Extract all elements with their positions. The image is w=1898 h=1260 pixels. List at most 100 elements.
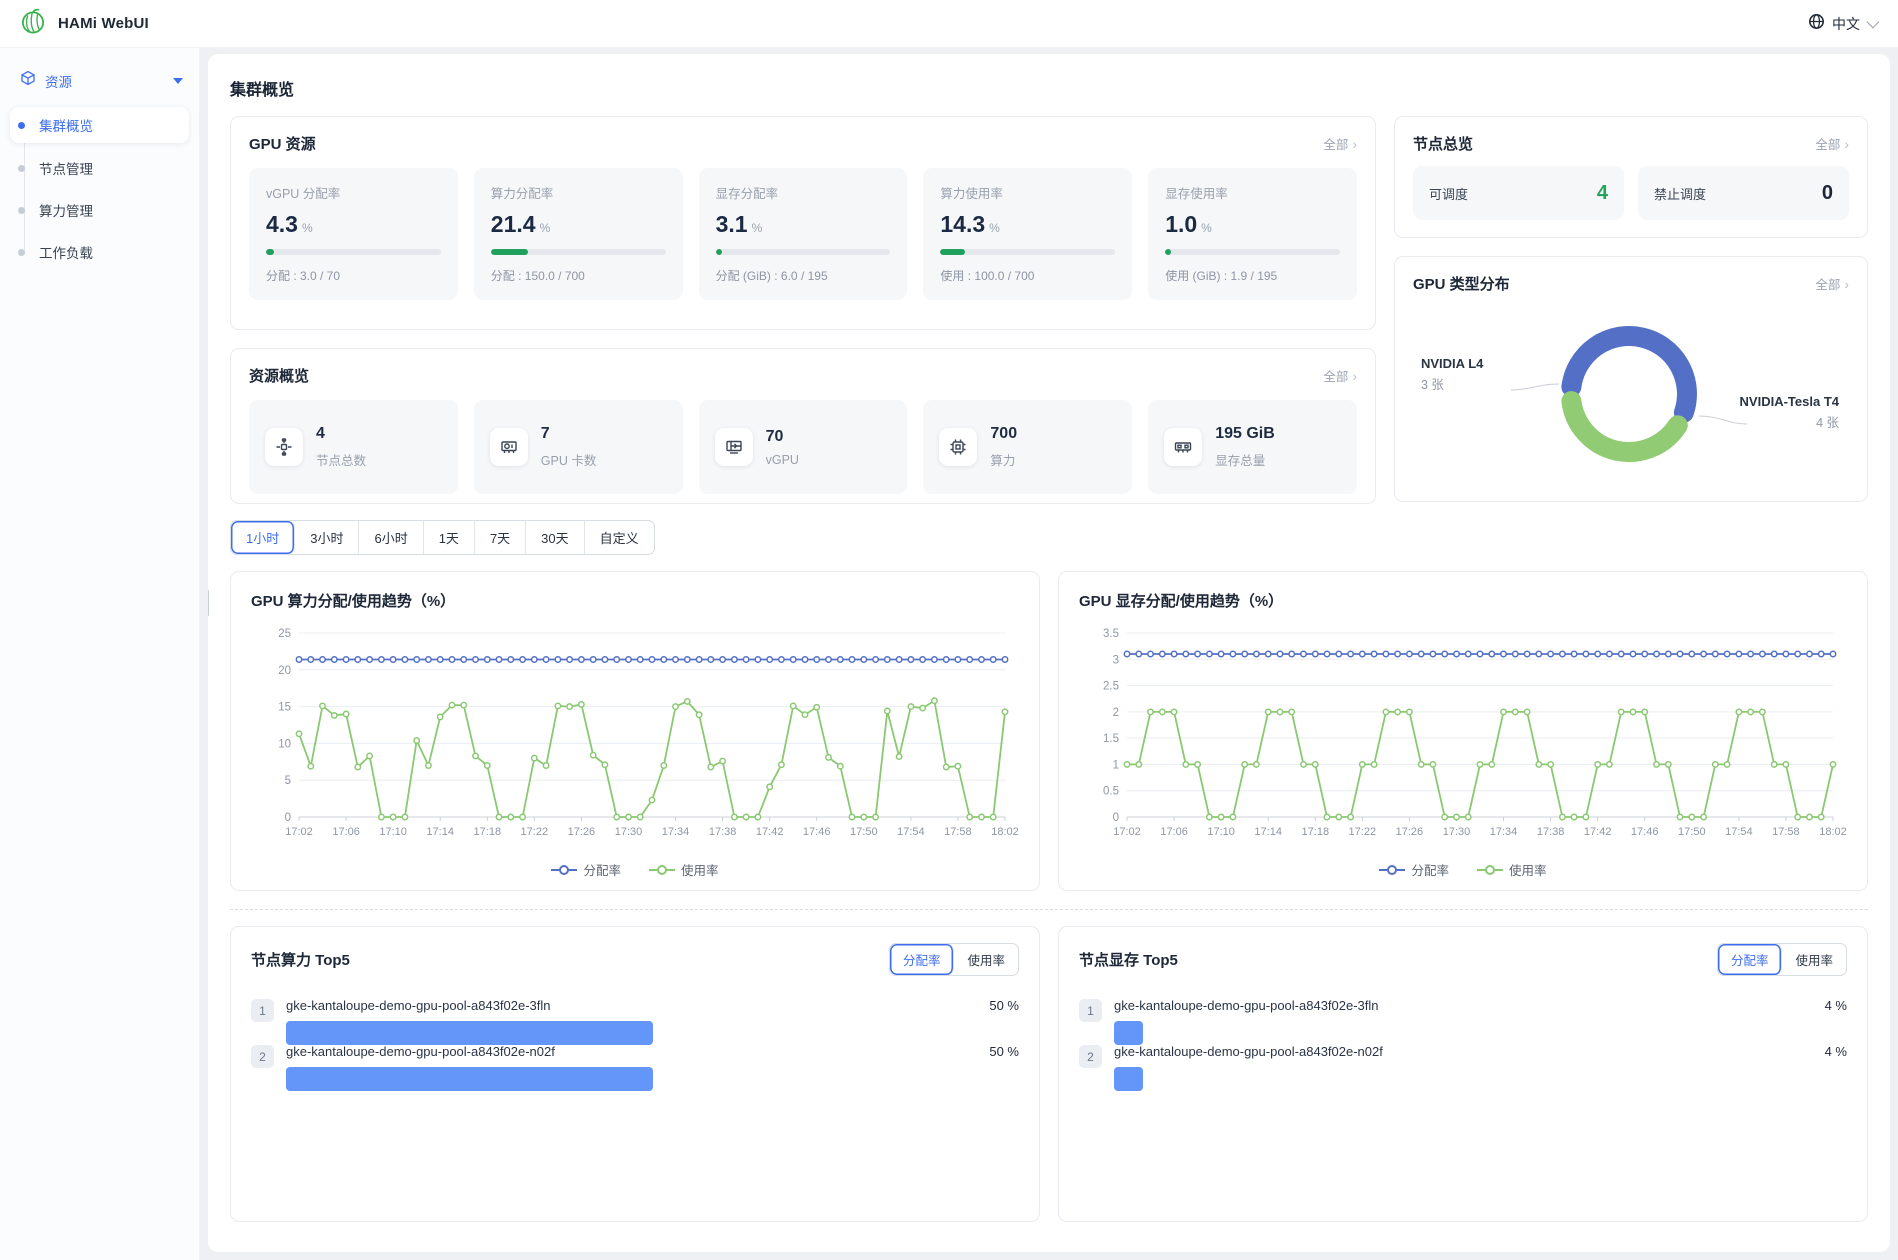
content-area: 集群概览 GPU 资源 全部 ›: [200, 48, 1898, 1260]
toggle-usage-rate[interactable]: 使用率: [1782, 944, 1846, 975]
resource-overview-all-link[interactable]: 全部 ›: [1323, 366, 1357, 385]
svg-text:3: 3: [1113, 654, 1119, 666]
compute-top5-toggle: 分配率 使用率: [889, 943, 1019, 976]
svg-text:17:10: 17:10: [379, 826, 407, 838]
bar-track: [286, 1021, 1019, 1045]
progress-track: [716, 249, 891, 255]
gpu-type-distribution-title: GPU 类型分布: [1413, 273, 1510, 294]
bar-track: [1114, 1067, 1847, 1091]
svg-text:17:50: 17:50: [1678, 826, 1706, 838]
compute-trend-chart[interactable]: 051015202517:0217:0617:1017:1417:1817:22…: [251, 619, 1019, 853]
legend-alloc-rate[interactable]: 分配率: [1379, 860, 1449, 879]
memory-trend-chart[interactable]: 00.511.522.533.517:0217:0617:1017:1417:1…: [1079, 619, 1847, 853]
resource-tile-gpu-cards: 7GPU 卡数: [474, 400, 683, 494]
stat-detail: 使用 : 100.0 / 700: [940, 267, 1115, 284]
rank-badge: 2: [251, 1045, 274, 1068]
svg-text:18:02: 18:02: [1819, 826, 1847, 838]
svg-text:17:42: 17:42: [756, 826, 784, 838]
section-divider: [230, 909, 1868, 910]
svg-text:17:18: 17:18: [474, 826, 502, 838]
legend-usage-rate[interactable]: 使用率: [649, 860, 719, 879]
tree-dot: [18, 122, 25, 129]
tab-30d[interactable]: 30天: [526, 521, 584, 554]
rank-badge: 1: [1079, 999, 1102, 1022]
node-tile-schedulable: 可调度 4: [1413, 166, 1624, 220]
resource-value: 700: [990, 425, 1017, 443]
svg-text:2: 2: [1113, 707, 1119, 719]
gpu-resources-card: GPU 资源 全部 › vGPU 分配率 4.3% 分配 : 3: [230, 116, 1376, 330]
stat-detail: 分配 : 150.0 / 700: [491, 267, 666, 284]
toggle-alloc-rate[interactable]: 分配率: [890, 944, 955, 975]
svg-text:17:14: 17:14: [426, 826, 454, 838]
chevron-right-icon: ›: [1844, 137, 1849, 151]
schedulable-count: 4: [1597, 182, 1608, 205]
tab-1h[interactable]: 1小时: [231, 521, 295, 554]
node-memory-top5-title: 节点显存 Top5: [1079, 949, 1178, 970]
stat-detail: 使用 (GiB) : 1.9 / 195: [1165, 267, 1340, 284]
toggle-alloc-rate[interactable]: 分配率: [1718, 944, 1783, 975]
legend-label: 分配率: [1411, 860, 1449, 879]
gpu-type-all-link[interactable]: 全部 ›: [1815, 274, 1849, 293]
svg-text:17:30: 17:30: [615, 826, 643, 838]
svg-text:17:38: 17:38: [1537, 826, 1565, 838]
progress-fill: [1165, 249, 1171, 255]
tab-6h[interactable]: 6小时: [359, 521, 423, 554]
tab-3h[interactable]: 3小时: [295, 521, 359, 554]
sidebar-item-compute-management[interactable]: 算力管理: [0, 193, 189, 227]
svg-text:1.5: 1.5: [1103, 733, 1119, 745]
legend-line-icon: [1379, 864, 1405, 876]
sidebar-item-node-management[interactable]: 节点管理: [0, 151, 189, 185]
vgpu-icon: [715, 428, 753, 466]
sidebar-item-cluster-overview[interactable]: 集群概览: [10, 107, 189, 143]
node-overview-all-link[interactable]: 全部 ›: [1815, 134, 1849, 153]
svg-text:17:10: 17:10: [1207, 826, 1235, 838]
legend-alloc-rate[interactable]: 分配率: [551, 860, 621, 879]
stat-unit: %: [302, 221, 313, 235]
tree-line: [24, 125, 25, 253]
svg-text:5: 5: [285, 775, 291, 787]
language-selector[interactable]: 中文: [1808, 13, 1876, 35]
stat-label: vGPU 分配率: [266, 183, 441, 202]
sidebar-item-label: 算力管理: [39, 200, 93, 220]
sidebar: 资源 集群概览 节点管理 算力管理 工作负载: [0, 48, 200, 1260]
gpu-type-distribution-card: GPU 类型分布 全部 › NVIDIA L4 3 张: [1394, 256, 1868, 502]
top5-row-1: 1 gke-kantaloupe-demo-gpu-pool-a843f02e-…: [1079, 998, 1847, 1022]
gpu-resources-all-link[interactable]: 全部 ›: [1323, 134, 1357, 153]
legend-usage-rate[interactable]: 使用率: [1477, 860, 1547, 879]
svg-text:3.5: 3.5: [1103, 628, 1119, 640]
tab-7d[interactable]: 7天: [475, 521, 526, 554]
resource-label: 节点总数: [316, 450, 366, 469]
node-name: gke-kantaloupe-demo-gpu-pool-a843f02e-3f…: [286, 998, 551, 1013]
top5-row-2: 2 gke-kantaloupe-demo-gpu-pool-a843f02e-…: [1079, 1044, 1847, 1068]
svg-text:0.5: 0.5: [1103, 786, 1119, 798]
tab-1d[interactable]: 1天: [424, 521, 475, 554]
chart-legend: 分配率 使用率: [1079, 860, 1847, 879]
node-value: 50 %: [989, 1044, 1019, 1059]
node-tile-label: 禁止调度: [1654, 184, 1706, 203]
stat-value: 4.3: [266, 211, 298, 238]
cluster-nodes-icon: [265, 428, 303, 466]
sidebar-item-workloads[interactable]: 工作负载: [0, 235, 189, 269]
node-name: gke-kantaloupe-demo-gpu-pool-a843f02e-n0…: [1114, 1044, 1383, 1059]
svg-text:17:30: 17:30: [1443, 826, 1471, 838]
brand: HAMi WebUI: [18, 6, 149, 41]
progress-track: [266, 249, 441, 255]
svg-text:2.5: 2.5: [1103, 681, 1119, 693]
sidebar-resize-handle[interactable]: [208, 590, 209, 616]
svg-text:17:14: 17:14: [1254, 826, 1282, 838]
bar-fill: [1114, 1067, 1143, 1091]
svg-text:17:38: 17:38: [709, 826, 737, 838]
toggle-usage-rate[interactable]: 使用率: [954, 944, 1018, 975]
node-compute-top5-card: 节点算力 Top5 分配率 使用率 1 gke-kantaloupe-demo-…: [230, 926, 1040, 1222]
gpu-type-pie-chart[interactable]: NVIDIA L4 3 张 NVIDIA-Tesla T4 4 张: [1413, 298, 1849, 490]
memory-icon: [1164, 428, 1202, 466]
node-tile-unschedulable: 禁止调度 0: [1638, 166, 1849, 220]
progress-track: [940, 249, 1115, 255]
page-title: 集群概览: [230, 76, 1868, 100]
tab-custom[interactable]: 自定义: [585, 521, 654, 554]
svg-text:25: 25: [278, 628, 291, 640]
bar-track: [286, 1067, 1019, 1091]
memory-trend-card: GPU 显存分配/使用趋势（%） 00.511.522.533.517:0217…: [1058, 571, 1868, 891]
resource-value: 4: [316, 425, 366, 443]
sidebar-section-resources[interactable]: 资源: [0, 62, 199, 99]
